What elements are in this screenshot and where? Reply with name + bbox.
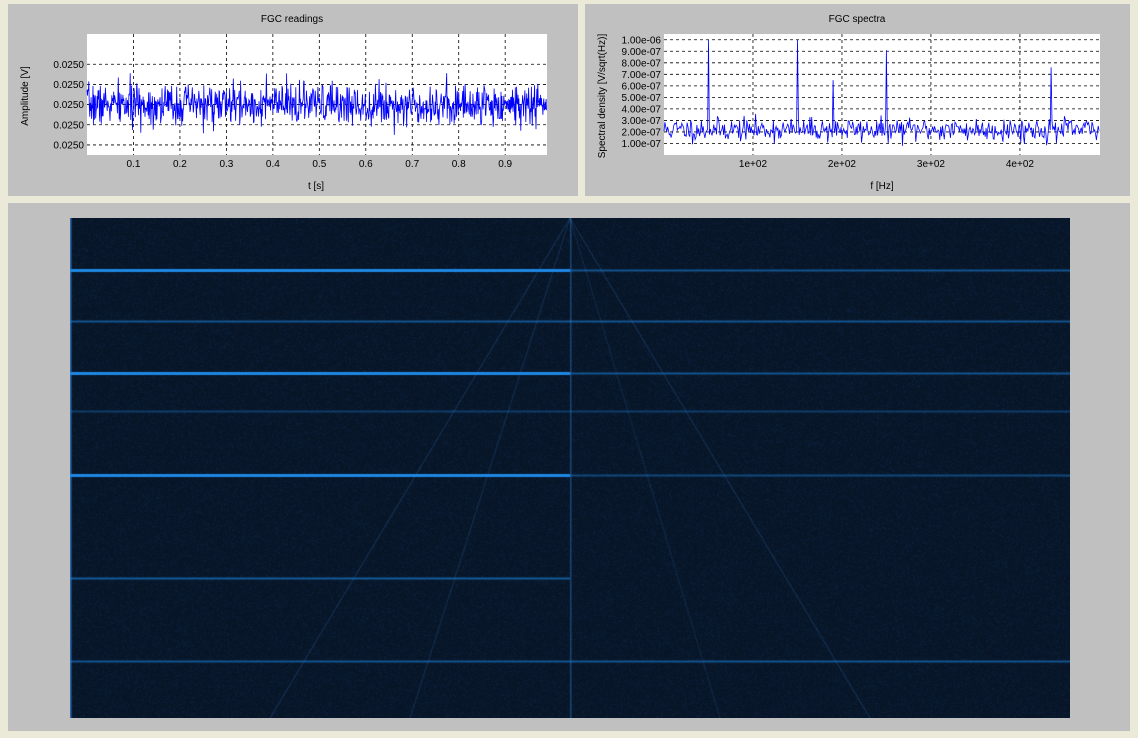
x-tick-label: 0.7	[405, 159, 419, 170]
x-tick-label: 3e+02	[917, 159, 946, 170]
x-tick-label: 0.1	[127, 159, 141, 170]
y-tick-label: 6.00e-07	[622, 81, 662, 92]
fgc-spectra-chart: FGC spectra Spectral density [V/sqrt(Hz)…	[597, 14, 1100, 192]
y-tick-label: 5.00e-07	[622, 93, 662, 104]
fgc-readings-panel: FGC readings Amplitude [V] t [s] 0.1 0.2 0…	[8, 4, 578, 196]
y-tick-label: 0.0250	[53, 60, 84, 71]
chart-title: FGC readings	[261, 14, 323, 25]
y-axis-label: Spectral density [V/sqrt(Hz)]	[597, 34, 608, 159]
x-tick-label: 4e+02	[1006, 159, 1035, 170]
y-tick-label: 0.0250	[53, 120, 84, 131]
y-tick-label: 9.00e-07	[622, 47, 662, 58]
x-tick-label: 0.4	[266, 159, 280, 170]
y-tick-label: 1.00e-06	[622, 35, 662, 46]
y-tick-label: 8.00e-07	[622, 58, 662, 69]
spectrogram-panel	[8, 203, 1130, 731]
y-tick-label: 7.00e-07	[622, 70, 662, 81]
y-tick-label: 4.00e-07	[622, 104, 662, 115]
x-axis-label: f [Hz]	[870, 181, 894, 192]
y-tick-label: 0.0250	[53, 140, 84, 151]
x-tick-label: 0.8	[452, 159, 466, 170]
x-tick-label: 0.2	[173, 159, 187, 170]
fgc-readings-chart: FGC readings Amplitude [V] t [s] 0.1 0.2 0…	[20, 14, 547, 192]
x-tick-label: 0.6	[359, 159, 373, 170]
x-tick-label: 0.5	[312, 159, 326, 170]
spectrogram-canvas	[70, 218, 1070, 718]
x-tick-label: 2e+02	[828, 159, 857, 170]
y-tick-label: 0.0250	[53, 100, 84, 111]
fgc-spectra-panel: FGC spectra Spectral density [V/sqrt(Hz)…	[585, 4, 1130, 196]
y-tick-label: 0.0250	[53, 80, 84, 91]
x-tick-label: 1e+02	[739, 159, 768, 170]
x-tick-label: 0.3	[219, 159, 233, 170]
y-axis-label: Amplitude [V]	[20, 66, 31, 126]
y-tick-label: 3.00e-07	[622, 116, 662, 127]
y-tick-label: 2.00e-07	[622, 127, 662, 138]
x-tick-label: 0.9	[498, 159, 512, 170]
y-tick-label: 1.00e-07	[622, 139, 662, 150]
x-axis-label: t [s]	[308, 181, 324, 192]
chart-title: FGC spectra	[829, 14, 886, 25]
